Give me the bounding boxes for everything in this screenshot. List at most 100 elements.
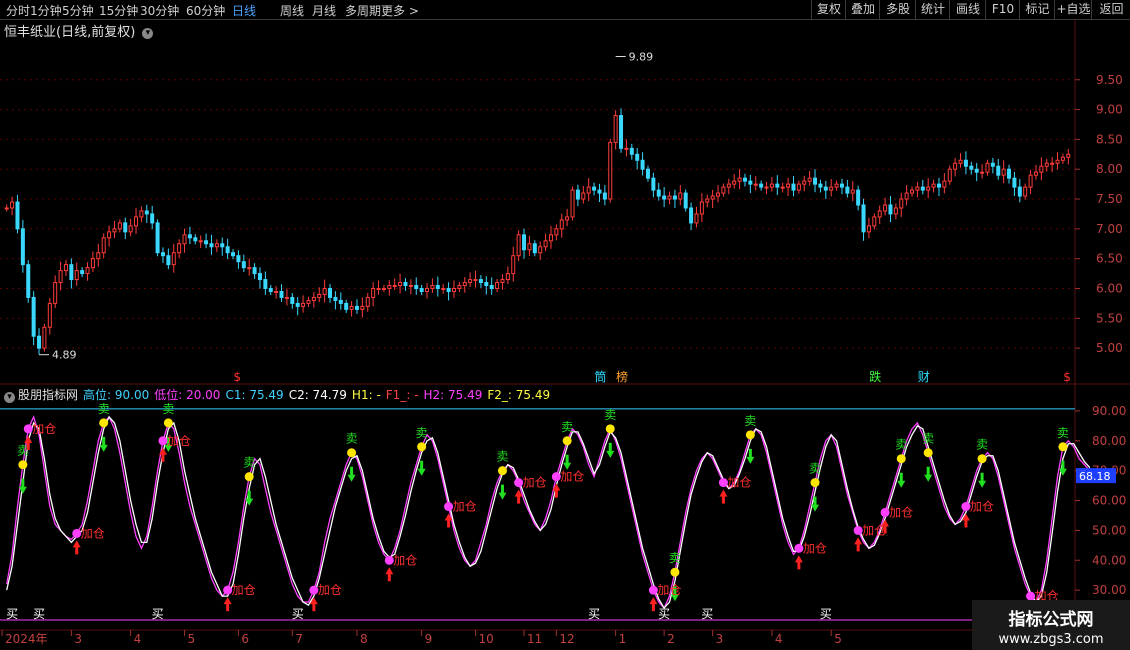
candle-body	[619, 115, 624, 149]
time-label: 10	[479, 632, 494, 646]
candle-body	[613, 115, 618, 143]
candle-body	[888, 204, 893, 215]
candle-body	[96, 252, 101, 260]
main-tick-label: 5.00	[1096, 341, 1123, 355]
candle-body	[53, 282, 58, 304]
sell-label: 卖	[604, 408, 616, 422]
candle-body	[764, 186, 769, 189]
candle-body	[462, 282, 467, 287]
candle-body	[446, 288, 451, 292]
last-value-label: 68.18	[1079, 470, 1111, 483]
candle-body	[775, 183, 780, 188]
candle-body	[274, 290, 279, 293]
candle-body	[608, 141, 613, 200]
candle-body	[737, 177, 742, 182]
candle-body	[117, 222, 122, 230]
candle-body	[387, 285, 392, 289]
add-arrow	[961, 513, 970, 528]
candle-body	[290, 296, 295, 304]
event-marker: $	[1063, 370, 1071, 384]
sell-dot	[417, 442, 427, 452]
main-tick-label: 7.00	[1096, 222, 1123, 236]
candle-body	[26, 264, 31, 298]
candle-body	[1044, 162, 1049, 167]
candle-body	[678, 192, 683, 200]
sell-label: 卖	[669, 551, 681, 565]
add-arrow	[223, 597, 232, 612]
candle-body	[856, 189, 861, 206]
candle-body	[10, 201, 15, 209]
annotation-label: 4.89	[52, 349, 77, 362]
add-arrow	[854, 537, 863, 552]
candle-body	[769, 183, 774, 188]
buy-label: 买	[658, 607, 670, 621]
event-marker: 财	[918, 370, 930, 384]
candle-body	[672, 195, 677, 200]
sell-dot	[670, 567, 680, 577]
candle-body	[543, 240, 548, 248]
candle-body	[910, 189, 915, 194]
candle-body	[1033, 171, 1038, 176]
candle-body	[85, 267, 90, 275]
candle-body	[74, 270, 79, 281]
candle-body	[947, 168, 952, 182]
candle-body	[376, 288, 381, 290]
time-label: 5	[188, 632, 196, 646]
time-label: 2024年	[5, 632, 48, 646]
watermark-url: www.zbgs3.com	[998, 632, 1104, 647]
candle-body	[538, 246, 543, 254]
candle-body	[441, 288, 446, 290]
candle-body	[354, 305, 359, 310]
candle-body	[80, 270, 85, 275]
candle-body	[1066, 153, 1071, 158]
candle-body	[42, 326, 47, 349]
watermark-title: 指标公式网	[1008, 610, 1094, 630]
candle-body	[371, 288, 376, 298]
candle-body	[791, 183, 796, 191]
candle-body	[996, 165, 1001, 176]
candle-body	[473, 279, 478, 282]
add-arrow	[72, 540, 81, 555]
candle-body	[748, 180, 753, 185]
sell-arrow	[606, 442, 615, 458]
buy-label: 买	[152, 607, 164, 621]
candle-body	[90, 258, 95, 269]
ind-tick-label: 40.00	[1092, 553, 1126, 567]
candle-body	[829, 186, 834, 191]
candle-body	[489, 285, 494, 289]
sell-dot	[99, 418, 109, 428]
candle-body	[1001, 168, 1006, 176]
candle-body	[252, 267, 257, 275]
candle-body	[322, 288, 327, 295]
candle-body	[980, 171, 985, 174]
candle-body	[872, 216, 877, 227]
add-arrow	[794, 555, 803, 570]
candle-body	[360, 305, 365, 310]
candle-body	[629, 147, 634, 155]
ind-tick-label: 50.00	[1092, 523, 1126, 537]
ind-tick-label: 80.00	[1092, 434, 1126, 448]
sell-label: 卖	[744, 414, 756, 428]
candle-body	[1055, 159, 1060, 164]
candle-body	[468, 279, 473, 284]
candle-body	[166, 255, 171, 266]
candle-body	[204, 240, 209, 245]
main-tick-label: 6.00	[1096, 282, 1123, 296]
sell-label: 卖	[561, 420, 573, 434]
candle-body	[570, 189, 575, 218]
buy-label: 买	[292, 607, 304, 621]
candle-body	[301, 302, 306, 307]
sell-arrow	[978, 472, 987, 488]
main-tick-label: 7.50	[1096, 192, 1123, 206]
time-label: 3	[716, 632, 724, 646]
candle-body	[128, 225, 133, 233]
candle-body	[435, 285, 440, 289]
candle-body	[565, 216, 570, 221]
ind-tick-label: 30.00	[1092, 583, 1126, 597]
candle-body	[516, 234, 521, 257]
main-tick-label: 8.00	[1096, 162, 1123, 176]
candle-body	[155, 222, 160, 254]
time-label: 2	[667, 632, 675, 646]
candle-body	[338, 299, 343, 304]
candle-body	[575, 189, 580, 200]
